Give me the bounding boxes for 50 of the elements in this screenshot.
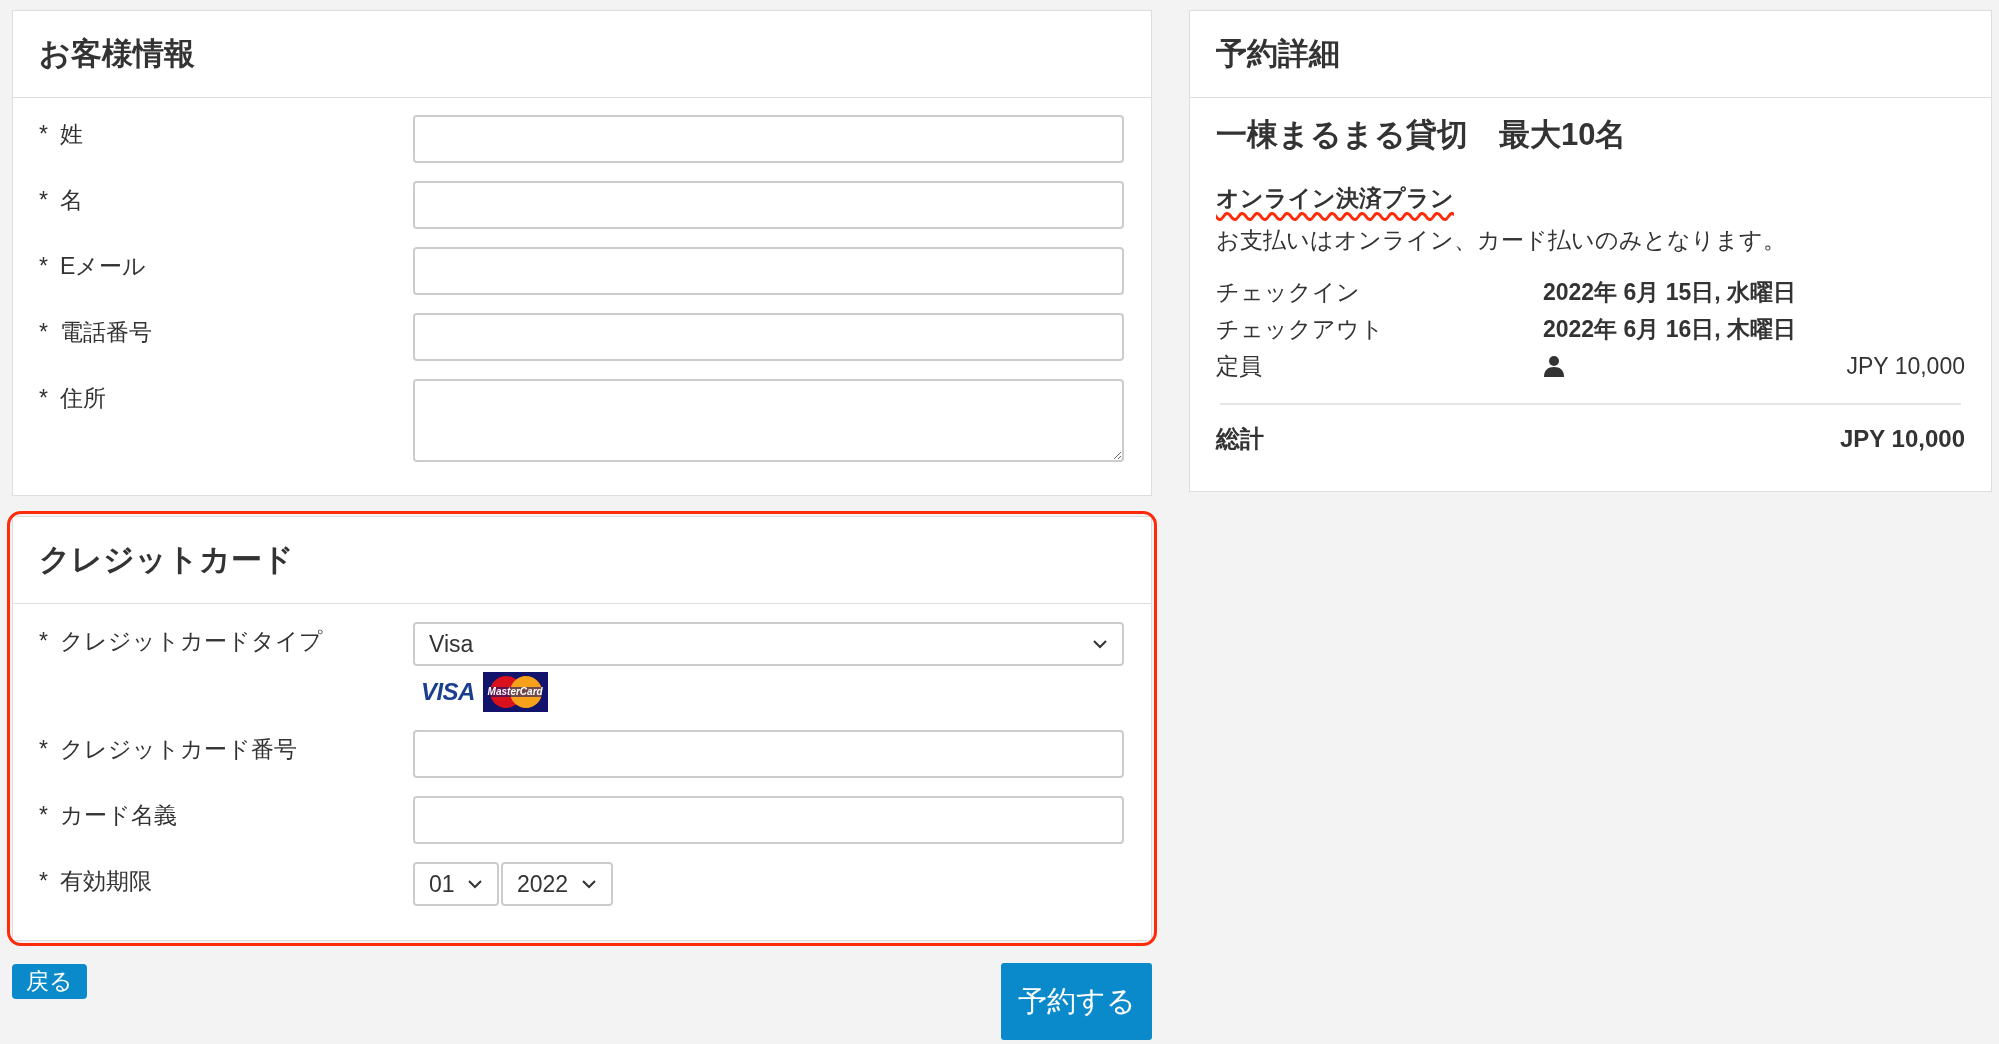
required-mark: * [39, 801, 48, 830]
text-field[interactable] [413, 313, 1124, 361]
field-label: Eメール [59, 252, 147, 281]
detail-value: 2022年 6月 16日, 木曜日 [1543, 314, 1797, 344]
year-select[interactable]: 2022 [501, 862, 613, 906]
chevron-icon [1092, 639, 1108, 649]
field-label: 名 [59, 186, 83, 215]
total-value: JPY 10,000 [1840, 423, 1965, 454]
room-name: 一棟まるまる貸切 最大10名 [1216, 116, 1628, 154]
detail-label: 定員 [1216, 351, 1263, 381]
required-mark: * [39, 735, 48, 764]
text-field[interactable] [413, 181, 1124, 229]
detail-value: JPY 10,000 [1846, 351, 1965, 381]
field-label: カード名義 [59, 801, 177, 830]
required-mark: * [39, 627, 48, 656]
required-mark: * [39, 867, 48, 896]
detail-label: チェックアウト [1216, 314, 1385, 344]
field-label: 電話番号 [59, 318, 152, 347]
field-label: 有効期限 [59, 867, 152, 896]
text-field[interactable] [413, 115, 1124, 163]
visa-logo: VISA [421, 680, 475, 704]
person-icon [1543, 355, 1565, 377]
address-field[interactable] [413, 379, 1124, 462]
panel-title: クレジットカード [39, 540, 294, 579]
detail-label: チェックイン [1216, 277, 1361, 307]
field-label: クレジットカード番号 [59, 735, 297, 764]
detail-value: 2022年 6月 15日, 水曜日 [1543, 277, 1797, 307]
card-type-select[interactable]: Visa [413, 622, 1124, 666]
required-mark: * [39, 120, 48, 149]
payment-note: お支払いはオンライン、カード払いのみとなります。 [1216, 226, 1787, 255]
chevron-icon [581, 879, 597, 889]
field-label: 姓 [59, 120, 83, 149]
total-label: 総計 [1216, 423, 1264, 454]
field-label: クレジットカードタイプ [59, 627, 323, 656]
text-field[interactable] [413, 796, 1124, 844]
month-select[interactable]: 01 [413, 862, 499, 906]
back-button[interactable]: 戻る [12, 964, 87, 999]
plan-name: オンライン決済プラン [1216, 183, 1454, 213]
chevron-icon [467, 879, 483, 889]
panel-title: お客様情報 [39, 34, 195, 73]
required-mark: * [39, 252, 48, 281]
required-mark: * [39, 186, 48, 215]
required-mark: * [39, 384, 48, 413]
text-field[interactable] [413, 730, 1124, 778]
panel-title: 予約詳細 [1216, 34, 1340, 73]
field-label: 住所 [59, 384, 106, 413]
mastercard-logo: MasterCard [482, 672, 548, 712]
text-field[interactable] [413, 247, 1124, 295]
reserve-button[interactable]: 予約する [1001, 963, 1152, 1040]
required-mark: * [39, 318, 48, 347]
